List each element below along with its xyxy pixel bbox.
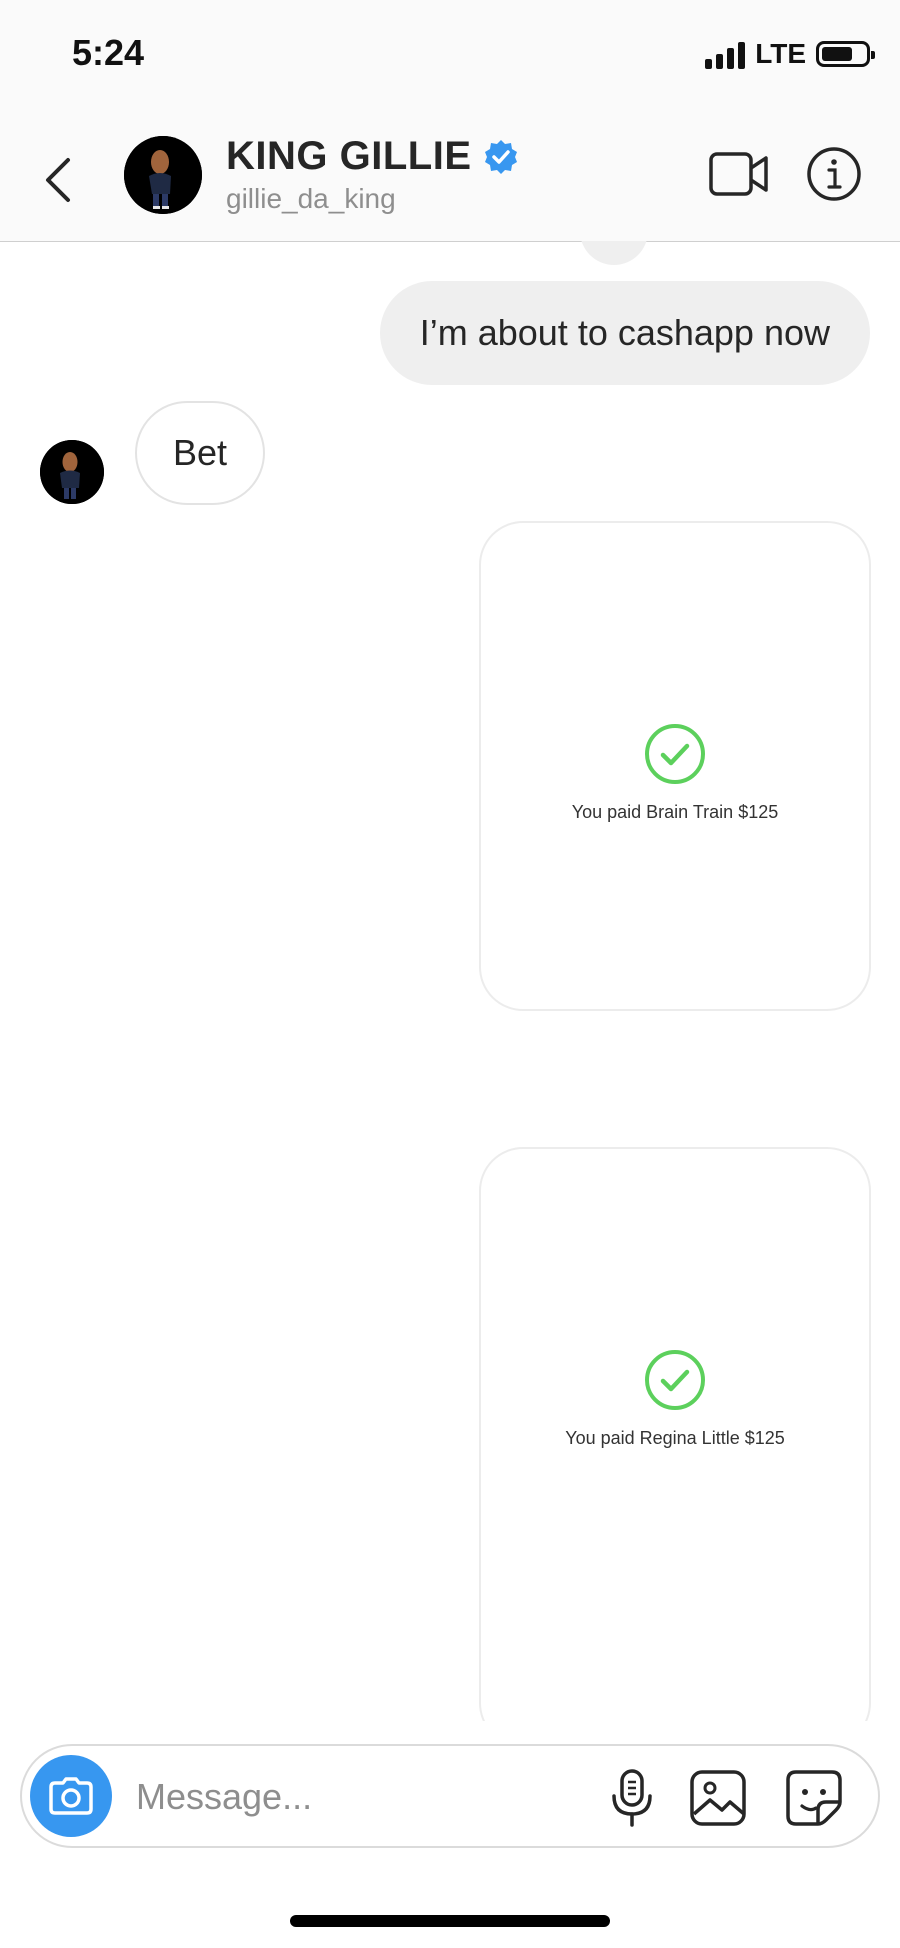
microphone-icon[interactable] (604, 1768, 660, 1828)
payment-text: You paid Brain Train $125 (571, 802, 779, 822)
contact-avatar[interactable] (124, 136, 202, 214)
status-indicators: LTE (705, 38, 875, 70)
message-composer (20, 1744, 880, 1848)
signal-bars-icon (705, 39, 746, 69)
contact-info[interactable]: KING GILLIE gillie_da_king (226, 134, 520, 215)
contact-name: KING GILLIE (226, 134, 472, 178)
contact-username: gillie_da_king (226, 183, 396, 214)
back-chevron-icon[interactable] (40, 150, 80, 210)
gallery-icon[interactable] (688, 1768, 748, 1828)
incoming-message[interactable]: Bet (135, 401, 266, 505)
message-thread[interactable]: I’m about to cashapp now Bet You paid Br… (0, 241, 900, 1721)
status-bar: 5:24 LTE (0, 0, 900, 120)
outgoing-message[interactable]: I’m about to cashapp now (379, 281, 870, 385)
network-type: LTE (755, 38, 806, 69)
info-icon[interactable] (806, 146, 862, 202)
chat-header: KING GILLIE gillie_da_king (0, 120, 900, 242)
avatar-figure (124, 136, 202, 214)
reaction-badge (580, 241, 648, 265)
avatar-figure (40, 440, 104, 504)
sticker-icon[interactable] (784, 1768, 844, 1828)
payment-text: You paid Regina Little $125 (565, 1428, 785, 1448)
message-input[interactable] (134, 1768, 588, 1826)
video-call-icon[interactable] (708, 148, 770, 200)
checkmark-circle-icon (645, 724, 705, 784)
status-time: 5:24 (72, 32, 145, 73)
payment-card[interactable]: You paid Brain Train $125 (479, 521, 871, 1011)
camera-icon (49, 1777, 93, 1815)
verified-badge-icon (484, 139, 517, 174)
battery-icon (816, 41, 875, 67)
checkmark-circle-icon (645, 1350, 705, 1410)
camera-button[interactable] (30, 1755, 112, 1837)
home-indicator[interactable] (290, 1915, 610, 1927)
payment-card[interactable]: You paid Regina Little $125 (479, 1147, 871, 1721)
sender-avatar[interactable] (40, 440, 104, 504)
